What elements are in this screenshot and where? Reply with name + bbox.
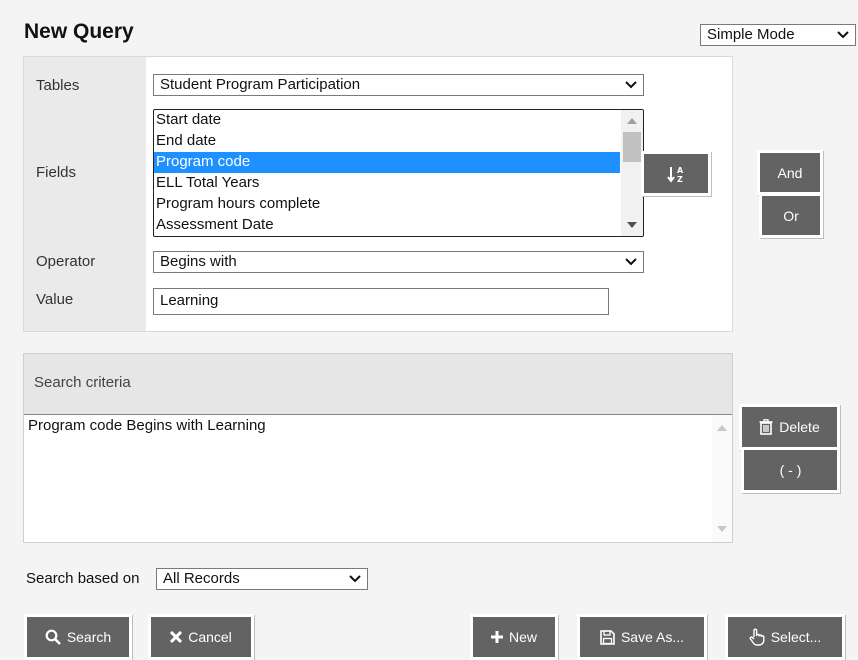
x-icon bbox=[170, 631, 183, 643]
list-item[interactable]: Start date bbox=[154, 110, 620, 131]
search-criteria-header: Search criteria bbox=[24, 354, 732, 414]
or-button[interactable]: Or bbox=[759, 193, 823, 238]
magnifier-icon bbox=[45, 629, 61, 645]
value-label: Value bbox=[36, 291, 74, 308]
scroll-up-icon[interactable] bbox=[627, 118, 637, 124]
search-based-select[interactable]: All Records bbox=[156, 568, 368, 590]
criteria-scrollbar[interactable] bbox=[712, 415, 732, 542]
delete-button[interactable]: Delete bbox=[739, 404, 840, 450]
tables-select-value: Student Program Participation bbox=[160, 76, 361, 93]
page-title: New Query bbox=[24, 20, 134, 43]
sort-az-icon: A Z bbox=[667, 166, 684, 184]
fields-scrollbar[interactable] bbox=[621, 110, 643, 236]
scroll-down-icon[interactable] bbox=[627, 222, 637, 228]
or-button-label: Or bbox=[783, 207, 799, 224]
save-as-button-label: Save As... bbox=[620, 629, 685, 645]
svg-text:A: A bbox=[677, 166, 684, 175]
search-button-label: Search bbox=[66, 629, 112, 645]
chevron-down-icon bbox=[625, 258, 637, 266]
value-input-text: Learning bbox=[160, 292, 219, 309]
value-input[interactable]: Learning bbox=[153, 288, 609, 315]
scroll-up-icon[interactable] bbox=[717, 425, 727, 431]
query-builder-panel: Tables Student Program Participation Fie… bbox=[23, 56, 733, 332]
search-criteria-textarea[interactable]: Program code Begins with Learning bbox=[24, 414, 732, 542]
plus-icon bbox=[490, 631, 503, 643]
search-based-value: All Records bbox=[163, 570, 240, 587]
tables-select[interactable]: Student Program Participation bbox=[153, 74, 644, 96]
criteria-text: Program code Begins with Learning bbox=[28, 417, 266, 434]
new-button-label: New bbox=[508, 629, 537, 645]
cancel-button-label: Cancel bbox=[188, 629, 232, 645]
search-criteria-panel: Search criteria Program code Begins with… bbox=[23, 353, 733, 543]
list-item-selected[interactable]: Program code bbox=[154, 152, 620, 173]
hand-pointer-icon bbox=[749, 628, 765, 646]
list-item[interactable]: Assessment Date bbox=[154, 215, 620, 236]
operator-select[interactable]: Begins with bbox=[153, 251, 644, 273]
delete-button-label: Delete bbox=[779, 419, 820, 435]
search-based-label: Search based on bbox=[26, 570, 140, 587]
tables-label: Tables bbox=[36, 77, 80, 94]
operator-label: Operator bbox=[36, 253, 96, 270]
label-column bbox=[24, 57, 146, 331]
scroll-down-icon[interactable] bbox=[717, 526, 727, 532]
chevron-down-icon bbox=[837, 31, 849, 39]
chevron-down-icon bbox=[625, 81, 637, 89]
chevron-down-icon bbox=[349, 575, 361, 583]
select-button[interactable]: Select... bbox=[725, 614, 845, 660]
list-item[interactable]: End date bbox=[154, 131, 620, 152]
new-button[interactable]: New bbox=[470, 614, 558, 660]
fields-listbox[interactable]: Start date End date Program code ELL Tot… bbox=[153, 109, 644, 237]
scroll-thumb[interactable] bbox=[623, 132, 641, 162]
svg-text:Z: Z bbox=[677, 175, 683, 184]
floppy-disk-icon bbox=[600, 629, 615, 645]
fields-label: Fields bbox=[36, 164, 77, 181]
mode-select[interactable]: Simple Mode bbox=[700, 24, 856, 46]
select-button-label: Select... bbox=[770, 629, 822, 645]
and-button[interactable]: And bbox=[757, 150, 823, 195]
sort-button[interactable]: A Z bbox=[641, 151, 711, 196]
list-item[interactable]: ELL Total Years bbox=[154, 173, 620, 194]
list-item[interactable]: Program hours complete bbox=[154, 194, 620, 215]
save-as-button[interactable]: Save As... bbox=[577, 614, 707, 660]
trash-icon bbox=[759, 419, 773, 435]
remove-paren-button[interactable]: ( - ) bbox=[741, 447, 840, 493]
remove-paren-label: ( - ) bbox=[779, 462, 802, 478]
and-button-label: And bbox=[777, 164, 803, 181]
cancel-button[interactable]: Cancel bbox=[148, 614, 254, 660]
mode-select-value: Simple Mode bbox=[707, 26, 795, 43]
search-button[interactable]: Search bbox=[24, 614, 132, 660]
operator-select-value: Begins with bbox=[160, 253, 237, 270]
